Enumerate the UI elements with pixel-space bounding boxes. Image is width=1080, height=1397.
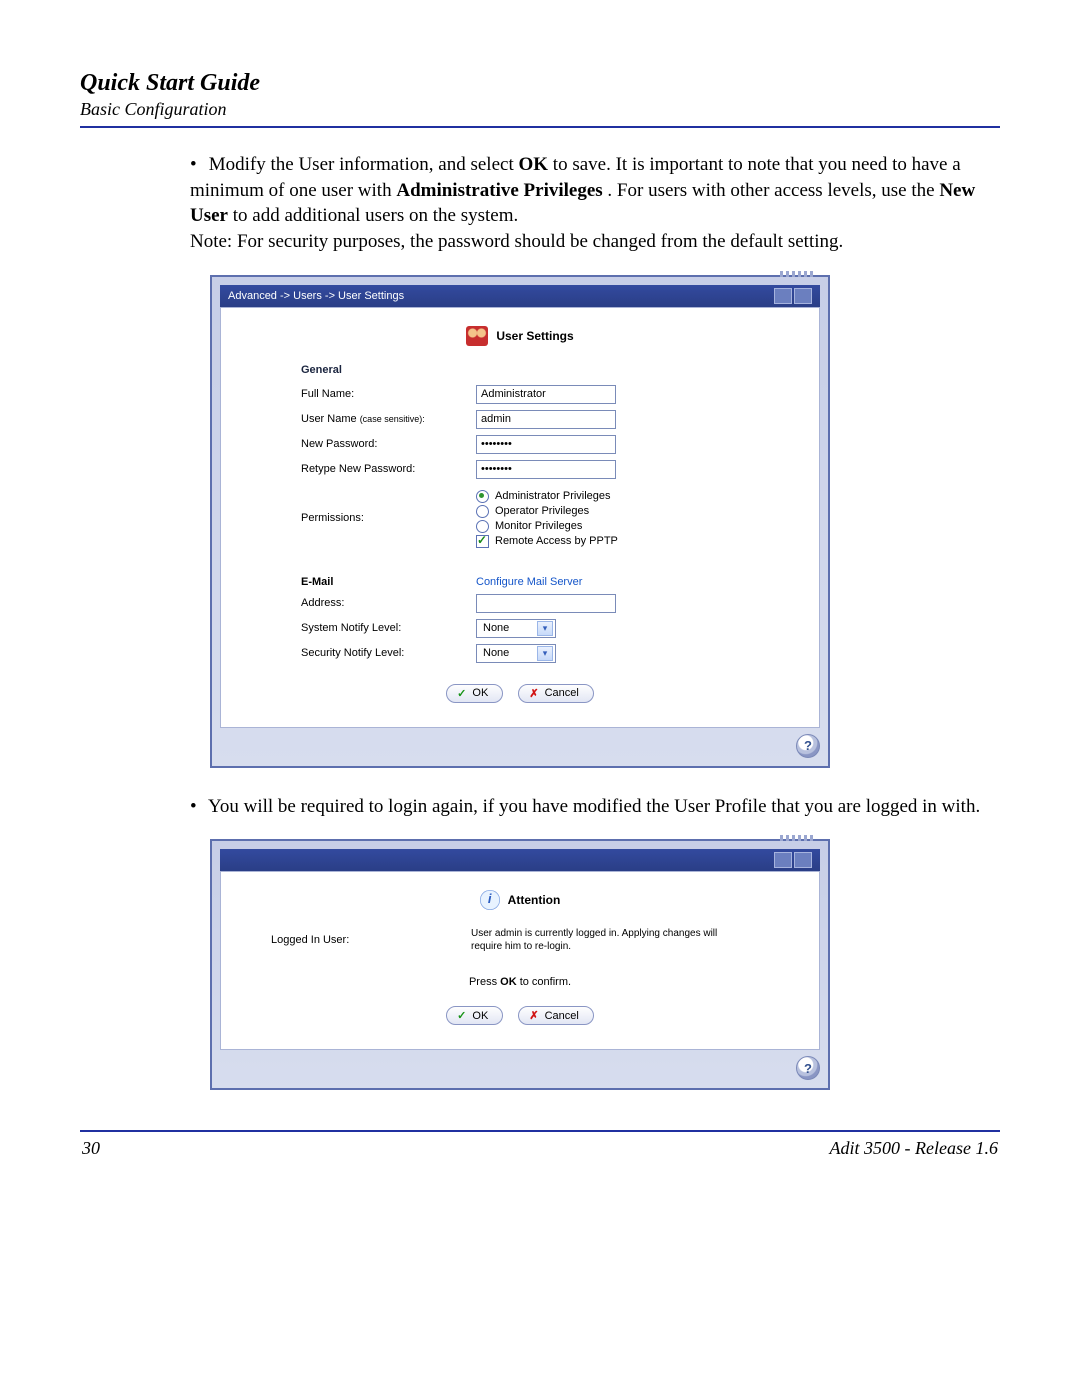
ok-button[interactable]: ✓ OK <box>446 684 503 703</box>
new-password-input[interactable] <box>476 435 616 454</box>
retype-password-input[interactable] <box>476 460 616 479</box>
text-bold: OK <box>518 154 548 175</box>
check-remote-access[interactable]: Remote Access by PPTP <box>476 535 618 548</box>
users-icon <box>466 326 488 346</box>
page-number: 30 <box>82 1138 100 1159</box>
footer-rule <box>80 1130 1000 1132</box>
info-icon <box>480 890 500 910</box>
close-icon: ✗ <box>529 1009 538 1022</box>
label-retype-password: Retype New Password: <box>301 463 476 475</box>
radio-icon <box>476 505 489 518</box>
user-settings-window: Advanced -> Users -> User Settings User … <box>210 275 830 768</box>
label-permissions: Permissions: <box>301 490 476 524</box>
text: to add additional users on the system. <box>233 205 518 226</box>
page-subtitle: Basic Configuration <box>80 99 1000 120</box>
label-full-name: Full Name: <box>301 388 476 400</box>
label-new-password: New Password: <box>301 438 476 450</box>
label-address: Address: <box>301 597 476 609</box>
radio-monitor-privileges[interactable]: Monitor Privileges <box>476 520 618 533</box>
chevron-down-icon: ▾ <box>537 621 553 636</box>
breadcrumb <box>228 854 231 866</box>
full-name-input[interactable] <box>476 385 616 404</box>
help-icon[interactable]: ? <box>796 734 820 758</box>
radio-admin-privileges[interactable]: Administrator Privileges <box>476 490 618 503</box>
text-note: Note: For security purposes, the passwor… <box>190 231 843 252</box>
chevron-down-icon: ▾ <box>537 646 553 661</box>
text-bold: Administrative Privileges <box>396 180 602 201</box>
check-icon: ✓ <box>457 687 466 700</box>
breadcrumb: Advanced -> Users -> User Settings <box>228 290 404 302</box>
label-user-name: User Name (case sensitive): <box>301 413 476 425</box>
text: . For users with other access levels, us… <box>607 180 939 201</box>
cancel-button[interactable]: ✗ Cancel <box>518 684 593 703</box>
panel-title: Attention <box>508 893 561 907</box>
section-general: General <box>241 360 799 382</box>
help-icon[interactable]: ? <box>796 1056 820 1080</box>
toolbar-icon[interactable] <box>794 288 812 304</box>
sys-notify-select[interactable]: None ▾ <box>476 619 556 638</box>
label-sec-notify: Security Notify Level: <box>301 647 476 659</box>
user-name-input[interactable] <box>476 410 616 429</box>
close-icon: ✗ <box>529 687 538 700</box>
radio-icon <box>476 520 489 533</box>
cancel-button[interactable]: ✗ Cancel <box>518 1006 593 1025</box>
sec-notify-select[interactable]: None ▾ <box>476 644 556 663</box>
logged-in-message: User admin is currently logged in. Apply… <box>471 927 731 953</box>
product-footer: Adit 3500 - Release 1.6 <box>830 1138 998 1159</box>
ok-button[interactable]: ✓ OK <box>446 1006 503 1025</box>
address-input[interactable] <box>476 594 616 613</box>
header-rule <box>80 126 1000 128</box>
checkbox-icon <box>476 535 489 548</box>
toolbar-icon[interactable] <box>774 288 792 304</box>
bullet-item: • Modify the User information, and selec… <box>190 152 990 255</box>
radio-icon <box>476 490 489 503</box>
panel-title: User Settings <box>496 329 573 343</box>
text: Modify the User information, and select <box>209 154 519 175</box>
configure-mail-link[interactable]: Configure Mail Server <box>476 576 582 588</box>
bullet-item: • You will be required to login again, i… <box>190 794 990 820</box>
section-email: E-Mail <box>301 576 476 588</box>
label-sys-notify: System Notify Level: <box>301 622 476 634</box>
confirm-text: Press OK to confirm. <box>241 976 799 988</box>
radio-operator-privileges[interactable]: Operator Privileges <box>476 505 618 518</box>
label-logged-in-user: Logged In User: <box>271 934 471 946</box>
page-title: Quick Start Guide <box>80 70 1000 97</box>
toolbar-icon[interactable] <box>794 852 812 868</box>
toolbar-icon[interactable] <box>774 852 792 868</box>
text: You will be required to login again, if … <box>208 796 980 817</box>
attention-window: Attention Logged In User: User admin is … <box>210 839 830 1090</box>
check-icon: ✓ <box>457 1009 466 1022</box>
